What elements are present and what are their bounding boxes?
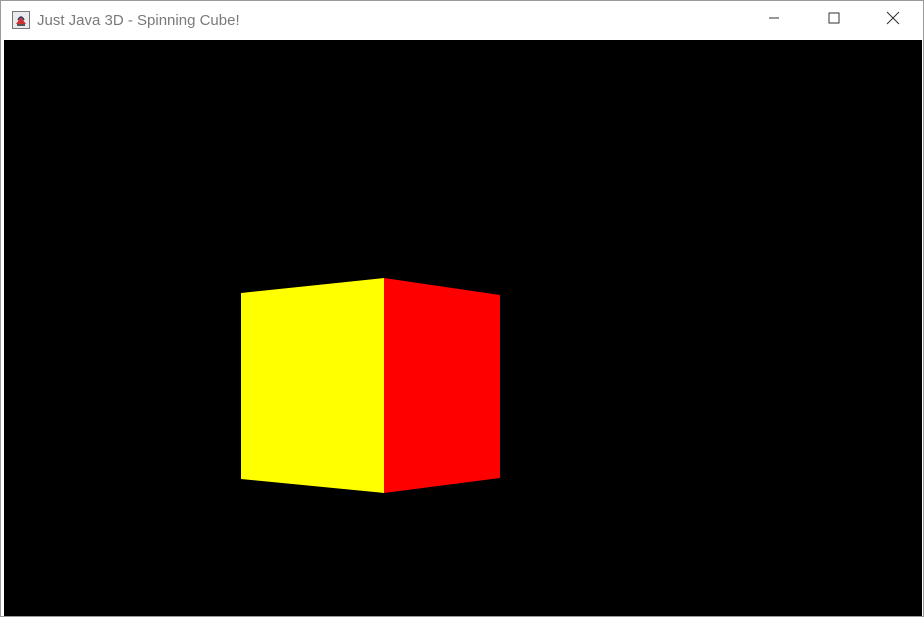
cube-left-face xyxy=(241,278,384,493)
title-bar[interactable]: Just Java 3D - Spinning Cube! xyxy=(1,1,923,39)
maximize-icon xyxy=(828,11,840,29)
close-icon xyxy=(886,11,900,30)
cube-right-face xyxy=(384,278,500,493)
java-cup-icon[interactable] xyxy=(12,11,30,29)
window-title: Just Java 3D - Spinning Cube! xyxy=(37,12,240,29)
3d-canvas[interactable] xyxy=(4,40,922,616)
app-window: Just Java 3D - Spinning Cube! xyxy=(0,0,924,617)
spinning-cube xyxy=(241,278,500,493)
minimize-button[interactable] xyxy=(751,1,797,39)
close-button[interactable] xyxy=(870,1,916,39)
maximize-button[interactable] xyxy=(811,1,857,39)
minimize-icon xyxy=(768,11,780,29)
